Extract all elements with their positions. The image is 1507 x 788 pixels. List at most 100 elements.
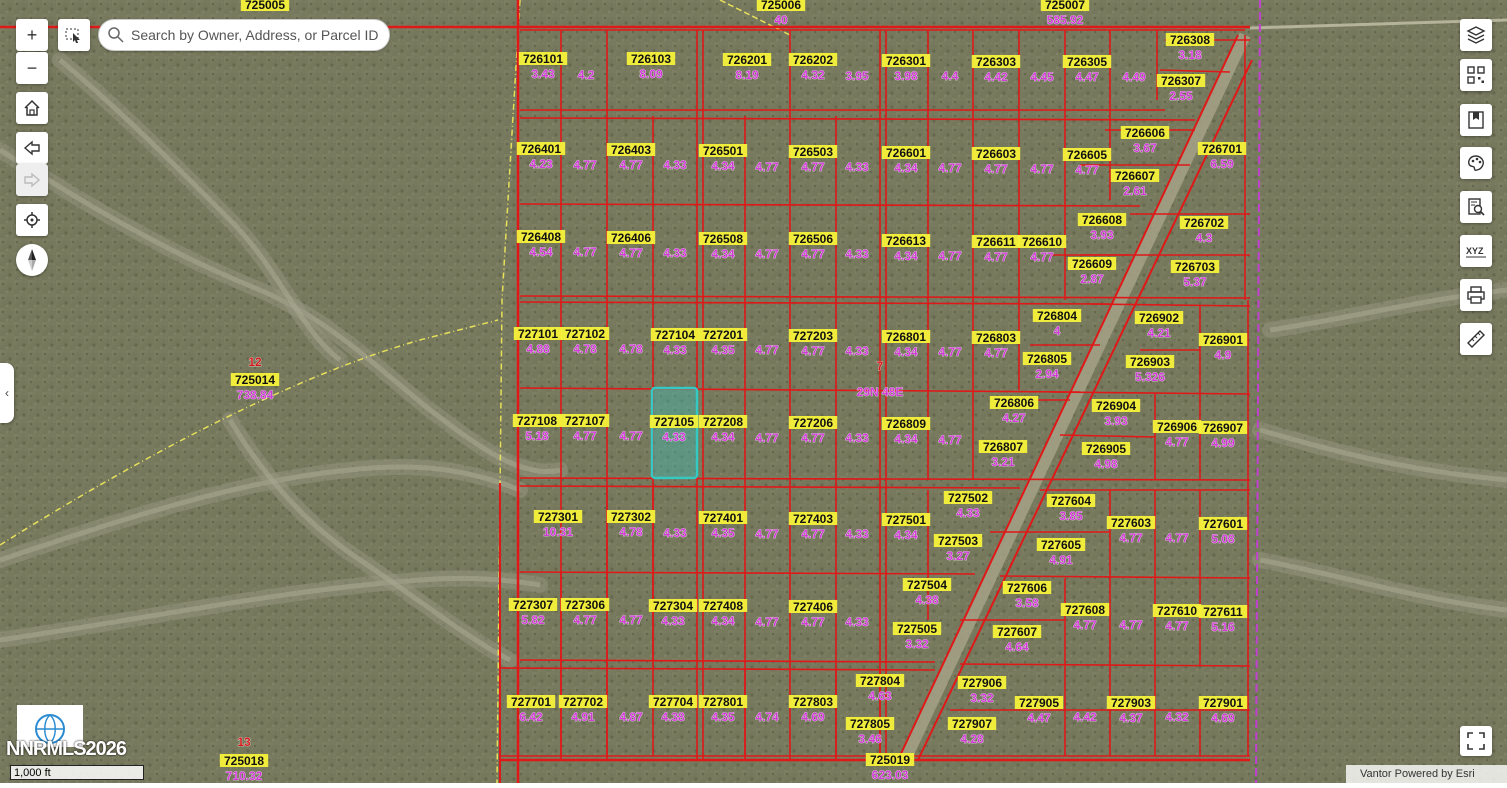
parcel-label[interactable]: 725019623.03 xyxy=(865,753,915,782)
parcel-acreage-text: 4 xyxy=(1054,324,1061,338)
parcel-label[interactable]: 725007585.92 xyxy=(1040,0,1090,27)
parcel-acreage-text: 4.42 xyxy=(984,70,1008,84)
parcel-label[interactable]: 4.33 xyxy=(845,344,869,359)
parcel-id-text: 727704 xyxy=(653,695,693,709)
parcel-label[interactable]: 4.77 xyxy=(938,345,962,360)
search-input[interactable] xyxy=(129,26,383,44)
parcel-acreage-text: 4.77 xyxy=(1165,435,1189,449)
parcel-label[interactable]: 4.74 xyxy=(755,710,779,725)
parcel-acreage-text: 4.77 xyxy=(755,160,779,174)
parcel-label[interactable]: 4.45 xyxy=(1030,70,1054,85)
compass-button[interactable] xyxy=(16,244,48,276)
parcel-acreage-text: 4.32 xyxy=(801,68,825,82)
zoom-out-button[interactable]: − xyxy=(16,52,48,84)
parcel-label[interactable]: 4.77 xyxy=(755,431,779,446)
parcel-label[interactable]: 4.33 xyxy=(663,526,687,541)
parcel-id-text: 726701 xyxy=(1202,142,1242,156)
parcel-acreage-text: 4.78 xyxy=(573,342,597,356)
qr-code-icon xyxy=(1467,66,1485,84)
parcel-label[interactable]: 4.77 xyxy=(573,245,597,260)
parcel-acreage-text: 4.2 xyxy=(578,68,595,82)
parcel-label[interactable]: 4.77 xyxy=(619,429,643,444)
attribution[interactable]: Vantor Powered by Esri xyxy=(1346,765,1507,783)
parcel-label[interactable]: 4.77 xyxy=(755,343,779,358)
parcel-label[interactable]: 4.77 xyxy=(755,615,779,630)
qr-code-button[interactable] xyxy=(1460,59,1492,91)
parcel-acreage-text: 4.99 xyxy=(1211,436,1235,450)
search-box[interactable] xyxy=(98,19,390,51)
parcel-label[interactable]: 3.95 xyxy=(845,69,869,84)
parcel-label[interactable]: 4.77 xyxy=(619,613,643,628)
printer-icon xyxy=(1467,286,1485,304)
zoom-in-button[interactable]: + xyxy=(16,19,48,51)
parcel-acreage-text: 4.4 xyxy=(942,69,959,83)
parcel-id-text: 726804 xyxy=(1037,309,1077,323)
parcel-acreage-text: 3.46 xyxy=(858,732,882,746)
select-cursor-icon xyxy=(65,28,80,43)
parcel-id-text: 726613 xyxy=(886,234,926,248)
parcel-acreage-text: 4.35 xyxy=(711,343,735,357)
fullscreen-button[interactable] xyxy=(1460,726,1492,756)
parcel-label[interactable]: 4.32 xyxy=(1165,710,1189,725)
parcel-label[interactable]: 725014738.84 xyxy=(230,373,280,402)
parcel-label[interactable]: 4.77 xyxy=(1119,618,1143,633)
parcel-id-text: 726308 xyxy=(1170,33,1210,47)
parcel-label[interactable]: 4.4 xyxy=(941,69,959,84)
parcel-label[interactable]: 4.2 xyxy=(577,68,595,83)
parcel-label[interactable]: 4.77 xyxy=(1165,531,1189,546)
select-tool-button[interactable] xyxy=(58,19,90,51)
bookmark-button[interactable] xyxy=(1460,104,1492,136)
parcel-label[interactable]: 4.33 xyxy=(845,431,869,446)
next-extent-button[interactable] xyxy=(16,164,48,196)
parcel-label[interactable]: 4.33 xyxy=(845,247,869,262)
parcel-acreage-text: 4.21 xyxy=(1147,326,1171,340)
map-canvas[interactable]: 725005 725006 40 725007 585.92 726101 3.43 4.2 7… xyxy=(0,0,1507,783)
parcel-acreage-text: 4.45 xyxy=(1030,70,1054,84)
parcel-label[interactable]: 725018710.32 xyxy=(219,754,269,783)
home-button[interactable] xyxy=(16,92,48,124)
parcel-label[interactable]: 4.77 xyxy=(755,160,779,175)
parcel-acreage-text: 4.32 xyxy=(1165,710,1189,724)
map-svg[interactable]: 725005 72500640725007585.927261013.43 4.27… xyxy=(0,0,1507,783)
measure-button[interactable] xyxy=(1460,323,1492,355)
parcel-label[interactable]: 4.77 xyxy=(1030,162,1054,177)
parcel-label[interactable]: 4.77 xyxy=(938,433,962,448)
basemap-button[interactable] xyxy=(1460,147,1492,179)
parcel-acreage-text: 10.31 xyxy=(543,525,573,539)
parcel-label[interactable]: 4.77 xyxy=(573,158,597,173)
parcel-id-text: 727603 xyxy=(1111,516,1151,530)
parcel-id-text: 727601 xyxy=(1203,517,1243,531)
parcel-acreage-text: 5.326 xyxy=(1135,370,1165,384)
side-panel-toggle[interactable]: ‹ xyxy=(0,363,14,423)
locate-button[interactable] xyxy=(16,204,48,236)
parcel-label[interactable]: 725005 xyxy=(240,0,290,12)
parcel-label[interactable]: 4.77 xyxy=(938,249,962,264)
previous-extent-button[interactable] xyxy=(16,132,48,164)
compass-icon xyxy=(28,249,36,271)
parcel-acreage-text: 4.33 xyxy=(663,246,687,260)
parcel-acreage-text: 4.77 xyxy=(755,527,779,541)
parcel-label[interactable]: 4.77 xyxy=(755,247,779,262)
parcel-acreage-text: 4.33 xyxy=(662,430,686,444)
crosshair-icon xyxy=(24,212,40,228)
parcel-label[interactable]: 4.33 xyxy=(663,246,687,261)
parcel-acreage-text: 3.43 xyxy=(531,67,555,81)
print-button[interactable] xyxy=(1460,279,1492,311)
parcel-label[interactable]: 4.33 xyxy=(845,527,869,542)
parcel-label[interactable]: 4.33 xyxy=(845,615,869,630)
parcel-acreage-text: 4.77 xyxy=(984,162,1008,176)
query-button[interactable] xyxy=(1460,191,1492,223)
parcel-label[interactable]: 4.77 xyxy=(938,161,962,176)
parcel-id-text: 727804 xyxy=(860,674,900,688)
parcel-label[interactable]: 4.77 xyxy=(755,527,779,542)
parcel-label[interactable]: 4.78 xyxy=(619,342,643,357)
parcel-label[interactable]: 4.87 xyxy=(619,710,643,725)
parcel-acreage-text: 5.08 xyxy=(1211,532,1235,546)
layers-button[interactable] xyxy=(1460,19,1492,51)
parcel-label[interactable]: 4.49 xyxy=(1122,70,1146,85)
parcel-label[interactable]: 4.33 xyxy=(845,160,869,175)
parcel-label[interactable]: 4.42 xyxy=(1073,710,1097,725)
parcel-acreage-text: 4.77 xyxy=(755,343,779,357)
parcel-label[interactable]: 4.33 xyxy=(663,158,687,173)
coordinates-button[interactable]: XYZ xyxy=(1460,235,1492,267)
